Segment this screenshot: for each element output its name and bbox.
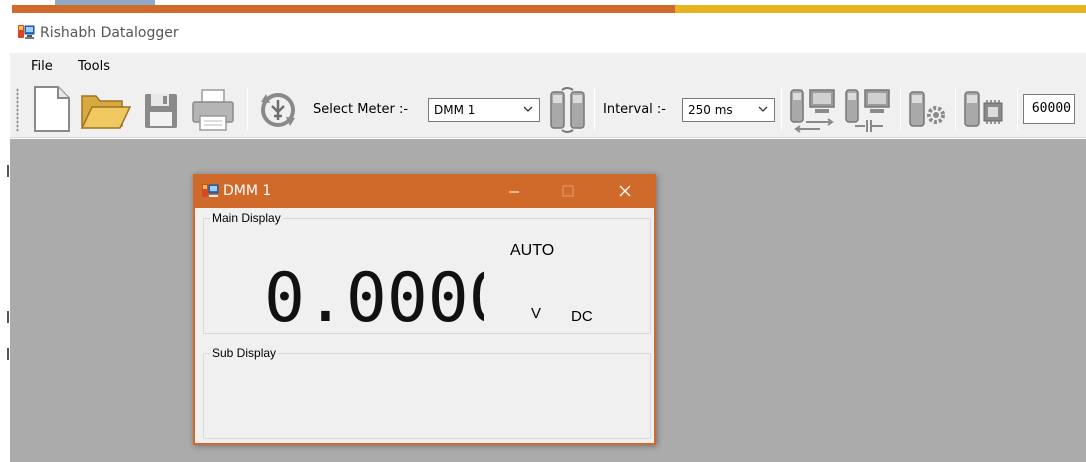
select-meter-value: DMM 1 (434, 103, 476, 117)
print-icon[interactable] (190, 88, 236, 132)
open-folder-icon[interactable] (80, 92, 132, 130)
usb-refresh-icon[interactable] (257, 90, 299, 130)
meter-settings-icon[interactable] (906, 88, 950, 132)
edge-mark (7, 311, 9, 323)
sub-display-group: Sub Display (203, 346, 651, 439)
new-file-icon[interactable] (32, 85, 72, 133)
toolbar-grip[interactable] (16, 88, 19, 132)
close-icon (619, 185, 631, 197)
menu-tools[interactable]: Tools (78, 59, 110, 74)
child-window-body: Main Display AUTO 0.0000 V DC Sub Displa… (195, 208, 654, 443)
toolbar-separator (781, 88, 782, 130)
select-meter-dropdown[interactable]: DMM 1 (428, 98, 540, 122)
meter-icon (202, 184, 219, 197)
main-reading-display: 0.0000 (264, 261, 484, 331)
interval-dropdown[interactable]: 250 ms (682, 98, 775, 122)
edge-mark (7, 348, 9, 360)
border-accent-orange (12, 5, 675, 13)
border-accent-yellow (675, 5, 1086, 13)
child-window-title: DMM 1 (223, 183, 272, 199)
minimize-button[interactable] (491, 174, 536, 208)
select-meter-label: Select Meter :- (313, 102, 409, 117)
window-top-border (0, 0, 1086, 13)
dmm-child-window: DMM 1 Main Display AUTO 0.0000 V DC Sub … (193, 174, 656, 445)
toolbar-separator (594, 88, 595, 130)
toolbar-separator (1017, 88, 1018, 130)
range-mode-label: AUTO (510, 242, 555, 259)
interval-value: 250 ms (688, 103, 733, 117)
left-window-edge (0, 53, 10, 462)
main-display-label: Main Display (210, 211, 283, 225)
pc-transfer-icon[interactable] (788, 86, 838, 134)
main-display-group: Main Display AUTO 0.0000 V DC (203, 211, 651, 334)
toolbar-separator (247, 88, 248, 130)
toolbar: Select Meter :- DMM 1 Interval :- 250 ms (10, 80, 1086, 138)
maximize-icon (562, 185, 574, 197)
app-icon (18, 25, 35, 39)
unit-label: V (531, 305, 542, 322)
edge-mark (7, 165, 9, 177)
title-bar[interactable]: Rishabh Datalogger (0, 13, 1086, 53)
meter-connect-icon[interactable] (545, 86, 589, 134)
sub-display-label: Sub Display (210, 346, 279, 360)
interval-label: Interval :- (603, 102, 666, 117)
child-title-bar[interactable]: DMM 1 (193, 174, 656, 208)
sample-count-field[interactable]: 60000 (1023, 94, 1075, 124)
main-reading-text: 0.0000 (264, 261, 484, 331)
save-icon[interactable] (143, 92, 179, 130)
chevron-down-icon (523, 106, 533, 112)
meter-memory-icon[interactable] (961, 88, 1013, 132)
minimize-icon (509, 191, 519, 193)
coupling-label: DC (571, 308, 593, 325)
close-button[interactable] (603, 174, 648, 208)
toolbar-separator (900, 88, 901, 130)
maximize-button[interactable] (545, 174, 590, 208)
menu-bar: File Tools (0, 53, 1086, 80)
pc-disconnect-icon[interactable] (843, 86, 893, 134)
menu-file[interactable]: File (31, 59, 53, 74)
app-title: Rishabh Datalogger (40, 25, 179, 41)
toolbar-separator (955, 88, 956, 130)
chevron-down-icon (758, 106, 768, 112)
